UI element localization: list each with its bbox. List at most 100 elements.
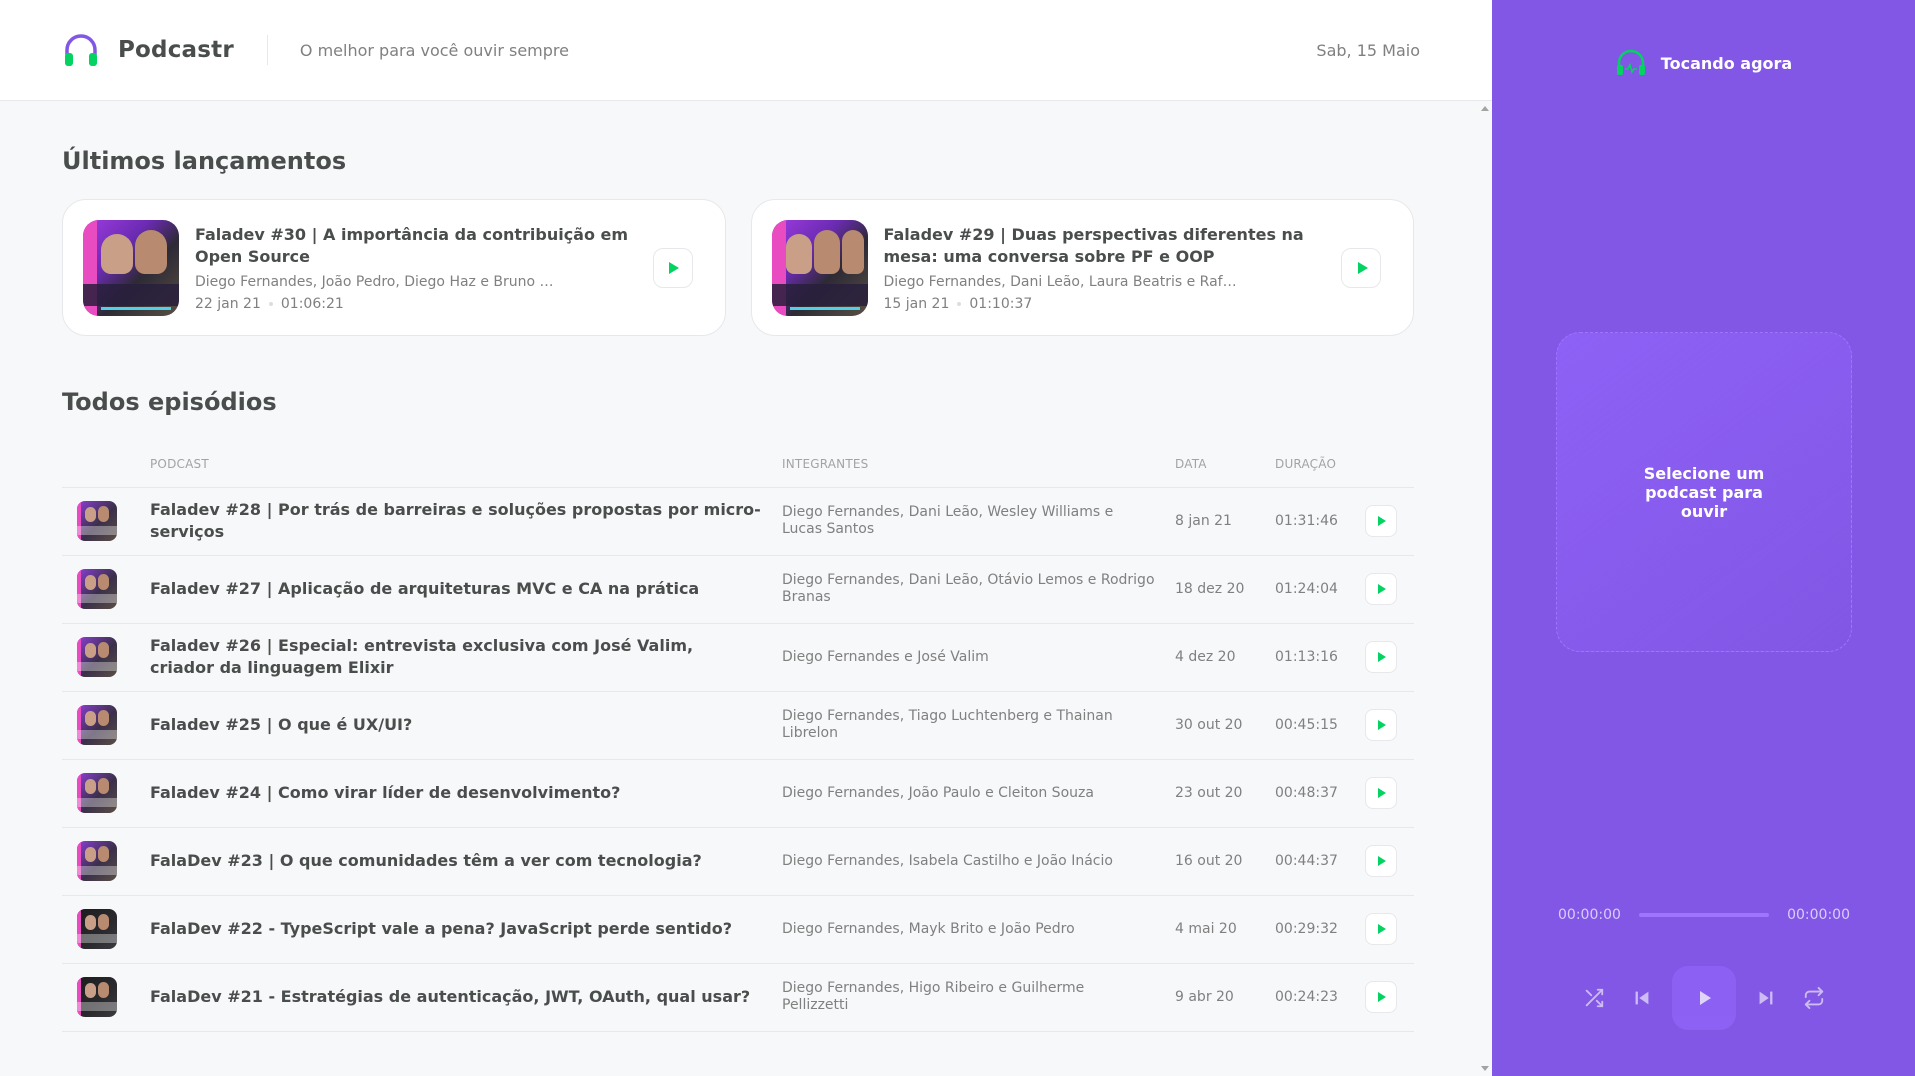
- duration-cell: 00:48:37: [1275, 759, 1365, 828]
- episode-thumbnail[interactable]: [771, 219, 868, 316]
- table-row[interactable]: Faladev #28 | Por trás de barreiras e so…: [62, 487, 1414, 556]
- episodes-table-body: Faladev #28 | Por trás de barreiras e so…: [62, 487, 1414, 1032]
- episode-title-link[interactable]: Faladev #28 | Por trás de barreiras e so…: [150, 500, 761, 541]
- table-row[interactable]: Faladev #25 | O que é UX/UI? Diego Fernan…: [62, 691, 1414, 760]
- date-cell: 8 jan 21: [1175, 487, 1275, 556]
- episode-title-link[interactable]: Faladev #25 | O que é UX/UI?: [150, 715, 412, 734]
- top-header: Podcastr O melhor para você ouvir sempre…: [0, 0, 1492, 101]
- table-header-row: Podcast Integrantes Data Duração: [62, 442, 1414, 488]
- vertical-scrollbar[interactable]: [1477, 101, 1492, 1076]
- progress-slider[interactable]: [1638, 913, 1770, 917]
- play-episode-button[interactable]: [1365, 709, 1397, 741]
- play-episode-button[interactable]: [1365, 845, 1397, 877]
- repeat-button[interactable]: [1790, 974, 1838, 1022]
- duration-cell: 01:13:16: [1275, 623, 1365, 692]
- table-row[interactable]: Faladev #24 | Como virar líder de desenv…: [62, 759, 1414, 828]
- episode-title-link[interactable]: Faladev #24 | Como virar líder de desenv…: [150, 783, 620, 802]
- play-cell: [1365, 487, 1414, 556]
- episode-duration: 01:10:37: [969, 295, 1033, 312]
- play-episode-button[interactable]: [1365, 641, 1397, 673]
- date-cell: 4 mai 20: [1175, 895, 1275, 964]
- thumb-cell: [62, 487, 150, 556]
- episode-thumbnail[interactable]: [77, 637, 117, 677]
- play-icon: [1378, 584, 1386, 594]
- thumb-cell: [62, 759, 150, 828]
- play-episode-button[interactable]: [1365, 913, 1397, 945]
- play-icon: [1378, 788, 1386, 798]
- episode-thumbnail[interactable]: [83, 219, 179, 316]
- table-row[interactable]: FalaDev #23 | O que comunidades têm a ve…: [62, 827, 1414, 896]
- duration-cell: 00:45:15: [1275, 691, 1365, 760]
- episode-thumbnail[interactable]: [77, 841, 117, 881]
- shuffle-button[interactable]: [1570, 974, 1618, 1022]
- meta-separator: [268, 301, 273, 306]
- scroll-down-arrow-icon[interactable]: [1481, 1066, 1489, 1071]
- tagline: O melhor para você ouvir sempre: [299, 40, 569, 60]
- table-row[interactable]: Faladev #26 | Especial: entrevista exclu…: [62, 623, 1414, 692]
- app-name: Podcastr: [118, 37, 234, 63]
- episode-thumbnail[interactable]: [77, 569, 117, 609]
- date-cell: 16 out 20: [1175, 827, 1275, 896]
- progress-bar: 00:00:00 00:00:00: [1558, 907, 1850, 923]
- play-episode-button[interactable]: [652, 247, 693, 288]
- episode-thumbnail[interactable]: [77, 909, 117, 949]
- play-pause-button[interactable]: [1671, 966, 1736, 1030]
- play-icon: [1357, 261, 1368, 274]
- episode-members: Diego Fernandes, Dani Leão, Laura Beatri…: [883, 273, 1244, 290]
- thumb-cell: [62, 963, 150, 1032]
- episode-title-link[interactable]: FalaDev #22 - TypeScript vale a pena? Ja…: [150, 919, 732, 938]
- duration-column-header: Duração: [1275, 442, 1365, 488]
- latest-episode-card[interactable]: Faladev #29 | Duas perspectivas diferent…: [750, 199, 1414, 336]
- table-row[interactable]: Faladev #27 | Aplicação de arquiteturas …: [62, 555, 1414, 624]
- play-episode-button[interactable]: [1365, 573, 1397, 605]
- members-column-header: Integrantes: [782, 442, 1175, 488]
- play-episode-button[interactable]: [1365, 505, 1397, 537]
- action-column-header: [1365, 442, 1414, 488]
- next-button[interactable]: [1742, 974, 1790, 1022]
- thumb-cell: [62, 623, 150, 692]
- play-episode-button[interactable]: [1365, 981, 1397, 1013]
- play-cell: [1365, 691, 1414, 760]
- latest-episodes-list: Faladev #30 | A importância da contribui…: [62, 199, 1414, 336]
- episode-title-link[interactable]: Faladev #26 | Especial: entrevista exclu…: [150, 636, 693, 677]
- episode-title-link[interactable]: Faladev #27 | Aplicação de arquiteturas …: [150, 579, 699, 598]
- episode-date: 22 jan 21: [195, 295, 261, 312]
- title-cell: FalaDev #23 | O que comunidades têm a ve…: [150, 827, 782, 896]
- shuffle-icon: [1585, 988, 1603, 1008]
- episode-title-link[interactable]: Faladev #30 | A importância da contribui…: [195, 224, 653, 268]
- play-icon: [1378, 720, 1386, 730]
- episode-date: 15 jan 21: [883, 295, 950, 312]
- duration-cell: 01:31:46: [1275, 487, 1365, 556]
- play-episode-button[interactable]: [1341, 247, 1381, 288]
- episode-meta: 22 jan 21 01:06:21: [195, 296, 653, 312]
- previous-button[interactable]: [1618, 974, 1666, 1022]
- episodes-scroll-area[interactable]: Últimos lançamentos Faladev #30 | A impo…: [0, 101, 1492, 1076]
- latest-episode-card[interactable]: Faladev #30 | A importância da contribui…: [62, 199, 726, 336]
- play-episode-button[interactable]: [1365, 777, 1397, 809]
- logo[interactable]: Podcastr: [62, 31, 234, 69]
- now-playing-label: Tocando agora: [1660, 53, 1793, 73]
- table-row[interactable]: FalaDev #21 - Estratégias de autenticaçã…: [62, 963, 1414, 1032]
- app: Podcastr O melhor para você ouvir sempre…: [0, 0, 1915, 1076]
- thumb-cell: [62, 895, 150, 964]
- episode-title-link[interactable]: Faladev #29 | Duas perspectivas diferent…: [884, 224, 1342, 268]
- title-cell: FalaDev #22 - TypeScript vale a pena? Ja…: [150, 895, 782, 964]
- episode-thumbnail[interactable]: [77, 501, 117, 541]
- play-cell: [1365, 555, 1414, 624]
- title-cell: FalaDev #21 - Estratégias de autenticaçã…: [150, 963, 782, 1032]
- title-cell: Faladev #26 | Especial: entrevista exclu…: [150, 623, 782, 692]
- episode-title-link[interactable]: FalaDev #23 | O que comunidades têm a ve…: [150, 851, 702, 870]
- player-controls: [1492, 966, 1915, 1030]
- empty-player-message: Selecione um podcast para ouvir: [1643, 463, 1765, 521]
- episode-thumbnail[interactable]: [77, 977, 117, 1017]
- table-row[interactable]: FalaDev #22 - TypeScript vale a pena? Ja…: [62, 895, 1414, 964]
- player-panel: Tocando agora Selecione um podcast para …: [1492, 0, 1915, 1076]
- episode-thumbnail[interactable]: [77, 705, 117, 745]
- episode-title-link[interactable]: FalaDev #21 - Estratégias de autenticaçã…: [150, 987, 750, 1006]
- now-playing-headphones-icon: [1616, 49, 1645, 75]
- duration-cell: 00:24:23: [1275, 963, 1365, 1032]
- members-cell: Diego Fernandes, Tiago Luchtenberg e Tha…: [782, 691, 1175, 760]
- episode-thumbnail[interactable]: [77, 773, 117, 813]
- scroll-up-arrow-icon[interactable]: [1481, 106, 1489, 111]
- episode-duration: 01:06:21: [280, 295, 344, 312]
